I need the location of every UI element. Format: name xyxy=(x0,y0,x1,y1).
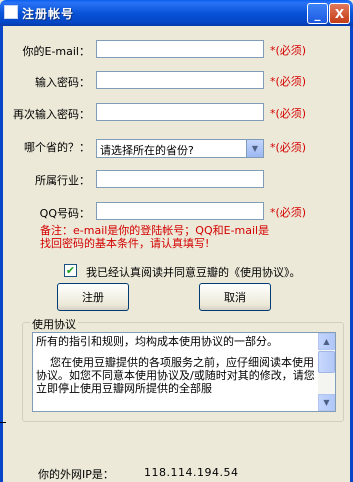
scroll-thumb[interactable] xyxy=(318,351,335,373)
email-label: 你的E-mail： xyxy=(22,45,91,58)
window-title: 注册帐号 xyxy=(22,7,75,21)
email-field[interactable] xyxy=(96,40,264,58)
close-button[interactable]: X xyxy=(329,3,350,24)
note-line-1: 备注：e-mail是你的登陆帐号；QQ和E-mail是 xyxy=(40,224,270,237)
password-required: *(必须) xyxy=(270,75,307,88)
chevron-down-icon[interactable]: ▼ xyxy=(246,140,263,157)
agreement-paragraph-2: 您在使用豆瓣提供的各项服务之前，应仔细阅读本使用协议。如您不同意本使用协议及/或… xyxy=(36,356,315,395)
ip-label: 你的外网IP是： xyxy=(38,468,114,481)
agreement-group-title: 使用协议 xyxy=(30,316,78,332)
ip-value: 118.114.194.54 xyxy=(144,466,239,479)
note-line-2: 找回密码的基本条件，请认真填写! xyxy=(40,237,210,250)
qq-label: QQ号码： xyxy=(39,207,90,220)
password2-field[interactable] xyxy=(96,103,264,121)
agreement-scrollbar[interactable]: ▲ ▼ xyxy=(318,333,335,411)
agreement-text: 所有的指引和规则，均构成本使用协议的一部分。 您在使用豆瓣提供的各项服务之前，应… xyxy=(36,335,316,403)
agreement-paragraph-1: 所有的指引和规则，均构成本使用协议的一部分。 xyxy=(36,335,278,348)
password-field[interactable] xyxy=(96,71,264,89)
qq-required: *(必须) xyxy=(270,206,307,219)
province-select[interactable]: 请选择所在的省份? ▼ xyxy=(96,139,264,158)
province-label: 哪个省的？： xyxy=(24,141,90,154)
divider xyxy=(0,422,6,423)
title-bar: 注册帐号 _ X xyxy=(0,0,353,26)
email-required: *(必须) xyxy=(270,44,307,57)
scroll-up-icon[interactable]: ▲ xyxy=(318,333,335,350)
password-label: 输入密码： xyxy=(35,76,90,89)
province-selected-value: 请选择所在的省份? xyxy=(100,144,194,157)
industry-field[interactable] xyxy=(96,170,264,188)
industry-label: 所属行业： xyxy=(35,174,90,187)
note-text: 备注：e-mail是你的登陆帐号；QQ和E-mail是 找回密码的基本条件，请认… xyxy=(40,224,300,250)
scroll-down-icon[interactable]: ▼ xyxy=(318,394,335,411)
agree-label[interactable]: 我已经认真阅读并同意豆瓣的《使用协议》。 xyxy=(86,264,301,280)
qq-field[interactable] xyxy=(96,202,264,220)
agree-checkbox[interactable]: ✔ xyxy=(64,264,77,277)
password2-label: 再次输入密码： xyxy=(13,108,90,121)
password2-required: *(必须) xyxy=(270,107,307,120)
agreement-textarea[interactable]: 所有的指引和规则，均构成本使用协议的一部分。 您在使用豆瓣提供的各项服务之前，应… xyxy=(32,332,336,412)
app-icon xyxy=(4,5,18,19)
register-button[interactable]: 注册 xyxy=(57,283,129,311)
minimize-button[interactable]: _ xyxy=(307,3,328,24)
cancel-button[interactable]: 取消 xyxy=(199,283,271,311)
province-required: *(必须) xyxy=(270,141,307,154)
